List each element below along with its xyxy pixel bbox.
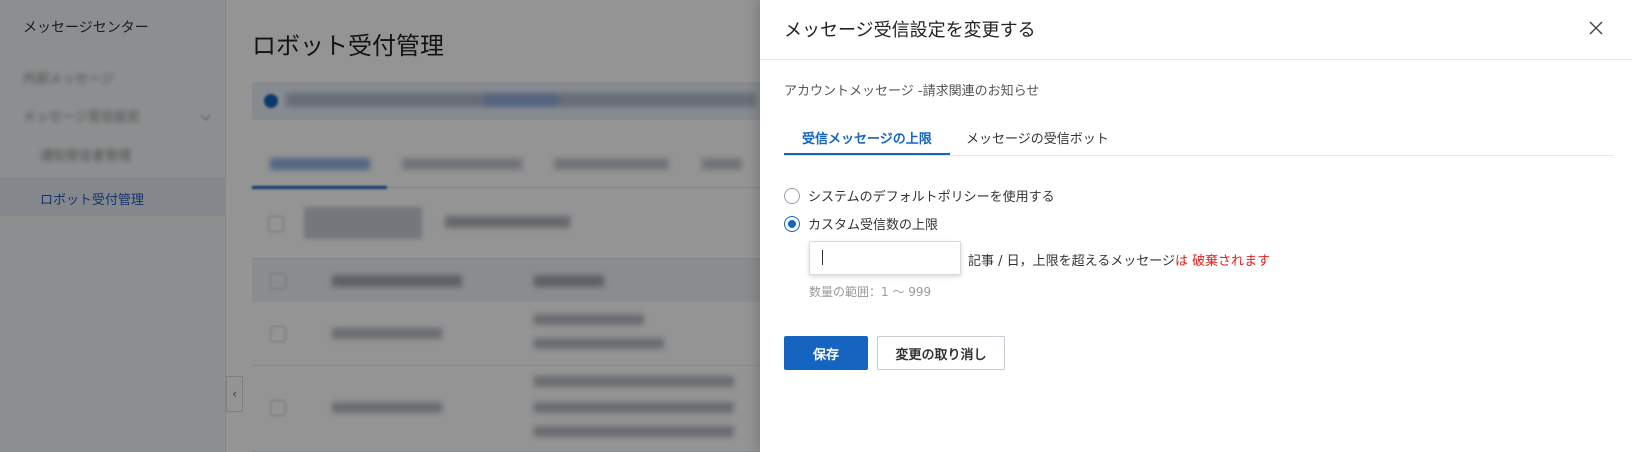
default-policy-radio[interactable] [784, 187, 800, 204]
option-default-policy[interactable]: システムのデフォルトポリシーを使用する [784, 186, 1055, 205]
default-policy-label: システムのデフォルトポリシーを使用する [808, 190, 1055, 205]
save-button[interactable]: 保存 [784, 336, 868, 370]
quantity-input[interactable] [809, 241, 961, 275]
tab-active-indicator [784, 153, 950, 155]
close-button[interactable] [1584, 16, 1608, 40]
option-custom-limit[interactable]: カスタム受信数の上限 [784, 214, 938, 233]
custom-limit-radio[interactable] [784, 215, 800, 232]
drawer-title: メッセージ受信設定を変更する [784, 20, 1036, 41]
discard-warning: は 破棄されます [1175, 254, 1271, 269]
tab-receive-bot[interactable]: メッセージの受信ボット [966, 128, 1109, 147]
close-icon [1589, 21, 1603, 35]
quantity-range-hint: 数量の範囲：1 〜 999 [809, 285, 932, 299]
drawer-header: メッセージ受信設定を変更する [760, 0, 1632, 60]
text-caret [822, 250, 823, 265]
drawer-tabs: 受信メッセージの上限 メッセージの受信ボット [784, 118, 1614, 156]
custom-limit-label: カスタム受信数の上限 [808, 218, 939, 233]
modal-overlay[interactable] [0, 0, 760, 452]
quantity-unit-label: 記事 / 日，上限を超えるメッセージ [968, 254, 1175, 269]
tab-receive-limit[interactable]: 受信メッセージの上限 [802, 128, 932, 147]
settings-drawer: メッセージ受信設定を変更する アカウントメッセージ -請求関連のお知らせ 受信メ… [760, 0, 1632, 452]
drawer-subtitle: アカウントメッセージ -請求関連のお知らせ [784, 84, 1040, 99]
cancel-button[interactable]: 変更の取り消し [877, 336, 1005, 370]
quantity-unit-text: 記事 / 日，上限を超えるメッセージは 破棄されます [968, 250, 1270, 269]
